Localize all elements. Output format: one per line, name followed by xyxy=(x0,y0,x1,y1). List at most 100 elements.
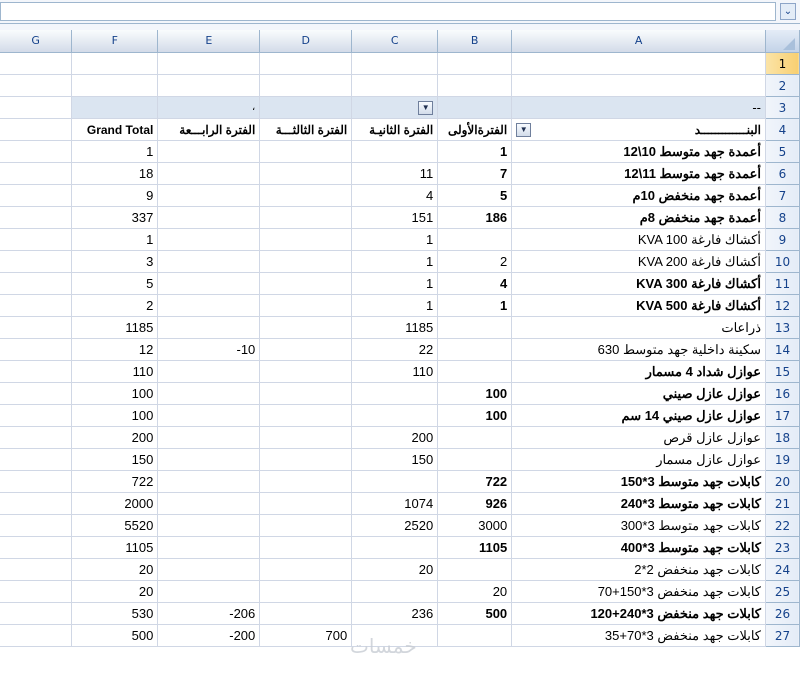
cell[interactable] xyxy=(0,272,73,295)
item-header[interactable]: ▼ البنـــــــــــــد xyxy=(511,118,766,141)
period3-cell[interactable] xyxy=(259,426,353,449)
cell[interactable] xyxy=(0,294,73,317)
grand-total-cell[interactable]: 12 xyxy=(71,338,159,361)
period1-cell[interactable]: 926 xyxy=(437,492,513,515)
grand-total-cell[interactable]: 100 xyxy=(71,382,159,405)
cell[interactable] xyxy=(437,52,513,75)
period2-cell[interactable]: 2520 xyxy=(351,514,439,537)
period2-cell[interactable]: 1074 xyxy=(351,492,439,515)
row-header[interactable]: 7 xyxy=(765,184,800,207)
item-cell[interactable]: أعمدة جهد متوسط 11\12 xyxy=(511,162,766,185)
period3-cell[interactable] xyxy=(259,206,353,229)
select-all-corner[interactable] xyxy=(765,30,800,53)
period1-cell[interactable] xyxy=(437,360,513,383)
item-cell[interactable]: سكينة داخلية جهد متوسط 630 xyxy=(511,338,766,361)
cell[interactable] xyxy=(0,74,73,97)
row-header[interactable]: 9 xyxy=(765,228,800,251)
column-header[interactable]: E xyxy=(157,30,261,53)
period2-cell[interactable]: 20 xyxy=(351,558,439,581)
cell[interactable] xyxy=(71,52,159,75)
column-header[interactable]: B xyxy=(437,30,513,53)
period3-cell[interactable] xyxy=(259,228,353,251)
grand-total-cell[interactable]: 3 xyxy=(71,250,159,273)
column-header[interactable]: G xyxy=(0,30,73,53)
period4-header[interactable]: الفترة الرابـــعة xyxy=(157,118,261,141)
period3-cell[interactable] xyxy=(259,184,353,207)
cell[interactable] xyxy=(0,52,73,75)
grand-total-cell[interactable]: 530 xyxy=(71,602,159,625)
period2-cell[interactable]: 1 xyxy=(351,228,439,251)
row-header[interactable]: 24 xyxy=(765,558,800,581)
period1-header[interactable]: الفترةالأولى xyxy=(437,118,513,141)
cell[interactable] xyxy=(0,580,73,603)
cell[interactable]: ▼ xyxy=(351,96,439,119)
item-cell[interactable]: كابلات جهد متوسط 3*400 xyxy=(511,536,766,559)
cell[interactable] xyxy=(259,74,353,97)
column-header[interactable]: A xyxy=(511,30,766,53)
item-cell[interactable]: عوازل عازل صيني xyxy=(511,382,766,405)
cell[interactable] xyxy=(437,96,513,119)
row-filter-dropdown-icon[interactable]: ▼ xyxy=(516,123,532,138)
period4-cell[interactable] xyxy=(157,272,261,295)
cell[interactable] xyxy=(0,140,73,163)
period2-cell[interactable]: 236 xyxy=(351,602,439,625)
row-header[interactable]: 25 xyxy=(765,580,800,603)
cell[interactable] xyxy=(437,74,513,97)
period2-cell[interactable] xyxy=(351,404,439,427)
period3-cell[interactable] xyxy=(259,492,353,515)
period3-cell[interactable] xyxy=(259,580,353,603)
period2-cell[interactable]: 11 xyxy=(351,162,439,185)
cell[interactable] xyxy=(0,514,73,537)
period4-cell[interactable] xyxy=(157,140,261,163)
period1-cell[interactable]: 100 xyxy=(437,404,513,427)
item-cell[interactable]: كابلات جهد منخفض 3*150+70 xyxy=(511,580,766,603)
item-cell[interactable]: أعمدة جهد متوسط 10\12 xyxy=(511,140,766,163)
expand-formula-bar-button[interactable]: ⌄ xyxy=(780,3,796,20)
period2-header[interactable]: الفترة الثانيـة xyxy=(351,118,439,141)
cell[interactable] xyxy=(0,404,73,427)
cell[interactable] xyxy=(157,74,261,97)
item-cell[interactable]: ذراعات xyxy=(511,316,766,339)
row-header[interactable]: 19 xyxy=(765,448,800,471)
cell[interactable]: -- xyxy=(511,96,766,119)
item-cell[interactable]: أكشاك فارغة KVA 200 xyxy=(511,250,766,273)
item-cell[interactable]: كابلات جهد منخفض 3*240+120 xyxy=(511,602,766,625)
period2-cell[interactable]: 150 xyxy=(351,448,439,471)
period1-cell[interactable]: 7 xyxy=(437,162,513,185)
cell[interactable] xyxy=(0,162,73,185)
period3-cell[interactable] xyxy=(259,470,353,493)
period1-cell[interactable] xyxy=(437,228,513,251)
cell[interactable] xyxy=(0,206,73,229)
period4-cell[interactable] xyxy=(157,536,261,559)
grand-total-cell[interactable]: 500 xyxy=(71,624,159,647)
row-header[interactable]: 15 xyxy=(765,360,800,383)
cell[interactable] xyxy=(0,316,73,339)
period3-cell[interactable] xyxy=(259,250,353,273)
period1-cell[interactable]: 3000 xyxy=(437,514,513,537)
cell[interactable] xyxy=(511,52,766,75)
period4-cell[interactable] xyxy=(157,382,261,405)
item-cell[interactable]: كابلات جهد متوسط 3*150 xyxy=(511,470,766,493)
column-filter-dropdown-icon[interactable]: ▼ xyxy=(418,101,434,116)
item-cell[interactable]: أعمدة جهد منخفض 10م xyxy=(511,184,766,207)
period4-cell[interactable] xyxy=(157,580,261,603)
item-cell[interactable]: أكشاك فارغة KVA 100 xyxy=(511,228,766,251)
cell[interactable] xyxy=(0,492,73,515)
row-header[interactable]: 23 xyxy=(765,536,800,559)
period1-cell[interactable]: 100 xyxy=(437,382,513,405)
grand-total-header[interactable]: Grand Total xyxy=(71,118,159,141)
item-cell[interactable]: كابلات جهد منخفض 2*2 xyxy=(511,558,766,581)
row-header[interactable]: 1 xyxy=(765,52,800,75)
grand-total-cell[interactable]: 150 xyxy=(71,448,159,471)
period2-cell[interactable]: 1 xyxy=(351,294,439,317)
period3-cell[interactable] xyxy=(259,382,353,405)
item-cell[interactable]: عوازل شداد 4 مسمار xyxy=(511,360,766,383)
period4-cell[interactable] xyxy=(157,470,261,493)
period4-cell[interactable] xyxy=(157,448,261,471)
period3-cell[interactable] xyxy=(259,316,353,339)
cell[interactable]: ، xyxy=(157,96,261,119)
column-header[interactable]: C xyxy=(351,30,439,53)
cell[interactable] xyxy=(0,382,73,405)
period4-cell[interactable] xyxy=(157,184,261,207)
row-header[interactable]: 3 xyxy=(765,96,800,119)
